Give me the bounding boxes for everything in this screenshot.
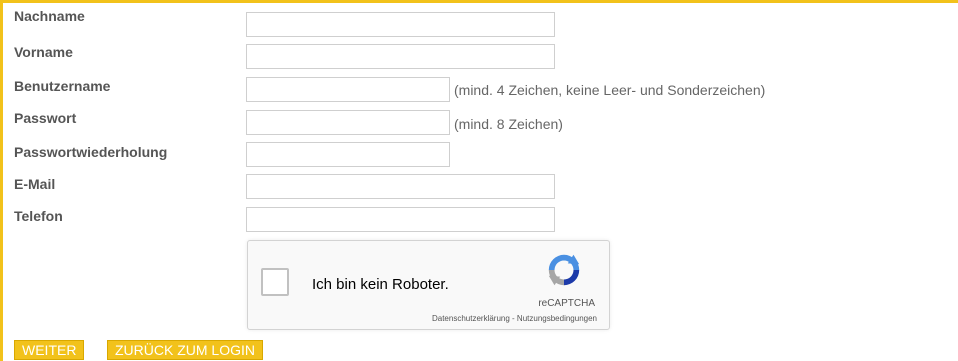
terms-link[interactable]: Nutzungsbedingungen: [517, 314, 597, 323]
recaptcha-widget: Ich bin kein Roboter. reCAPTCHA Datensch…: [247, 240, 610, 330]
nachname-label: Nachname: [14, 8, 85, 24]
back-to-login-button[interactable]: ZURÜCK ZUM LOGIN: [107, 340, 263, 360]
vorname-label: Vorname: [14, 44, 73, 60]
benutzername-hint: (mind. 4 Zeichen, keine Leer- und Sonder…: [454, 82, 766, 98]
nachname-input[interactable]: [246, 12, 555, 37]
telefon-input[interactable]: [246, 207, 555, 232]
next-button[interactable]: WEITER: [14, 340, 85, 360]
passwort-hint: (mind. 8 Zeichen): [454, 116, 563, 132]
telefon-label: Telefon: [14, 208, 63, 224]
passwort-input[interactable]: [246, 110, 450, 135]
passwortwiederholung-label: Passwortwiederholung: [14, 144, 168, 160]
links-separator: -: [509, 314, 517, 323]
captcha-checkbox-label: Ich bin kein Roboter.: [312, 276, 449, 293]
passwortwiederholung-input[interactable]: [246, 142, 450, 167]
recaptcha-brand: reCAPTCHA: [538, 298, 595, 309]
vorname-input[interactable]: [246, 44, 555, 69]
email-input[interactable]: [246, 174, 555, 199]
passwort-label: Passwort: [14, 110, 77, 126]
benutzername-label: Benutzername: [14, 78, 111, 94]
email-label: E-Mail: [14, 176, 56, 192]
recaptcha-links: Datenschutzerklärung - Nutzungsbedingung…: [432, 314, 597, 323]
recaptcha-logo-icon: [548, 254, 580, 286]
privacy-link[interactable]: Datenschutzerklärung: [432, 314, 510, 323]
benutzername-input[interactable]: [246, 77, 450, 102]
captcha-checkbox[interactable]: [261, 268, 289, 296]
